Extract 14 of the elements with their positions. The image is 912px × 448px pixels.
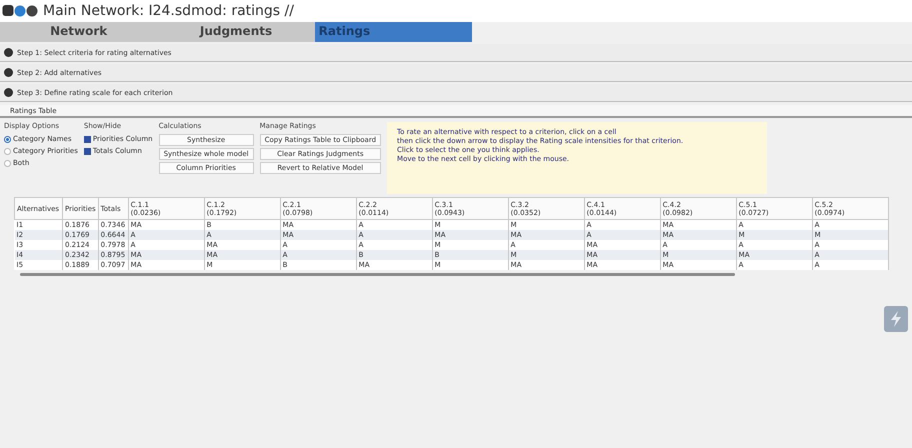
expand-icon[interactable] xyxy=(4,68,13,77)
expand-icon[interactable] xyxy=(4,48,13,57)
expand-icon[interactable] xyxy=(4,88,13,97)
scrollbar-thumb[interactable] xyxy=(20,272,735,276)
radio-button[interactable] xyxy=(4,148,11,154)
checkbox[interactable] xyxy=(84,136,91,142)
window-title: Main Network: I24.sdmod: ratings // xyxy=(43,3,294,19)
lightning-icon xyxy=(890,310,902,326)
window-buttons-icon[interactable] xyxy=(2,4,38,18)
checkbox[interactable] xyxy=(84,148,91,154)
tab[interactable]: Network xyxy=(0,22,158,42)
radio-button[interactable] xyxy=(4,160,11,166)
radio-button[interactable] xyxy=(4,136,11,142)
tab[interactable]: Judgments xyxy=(157,22,315,42)
